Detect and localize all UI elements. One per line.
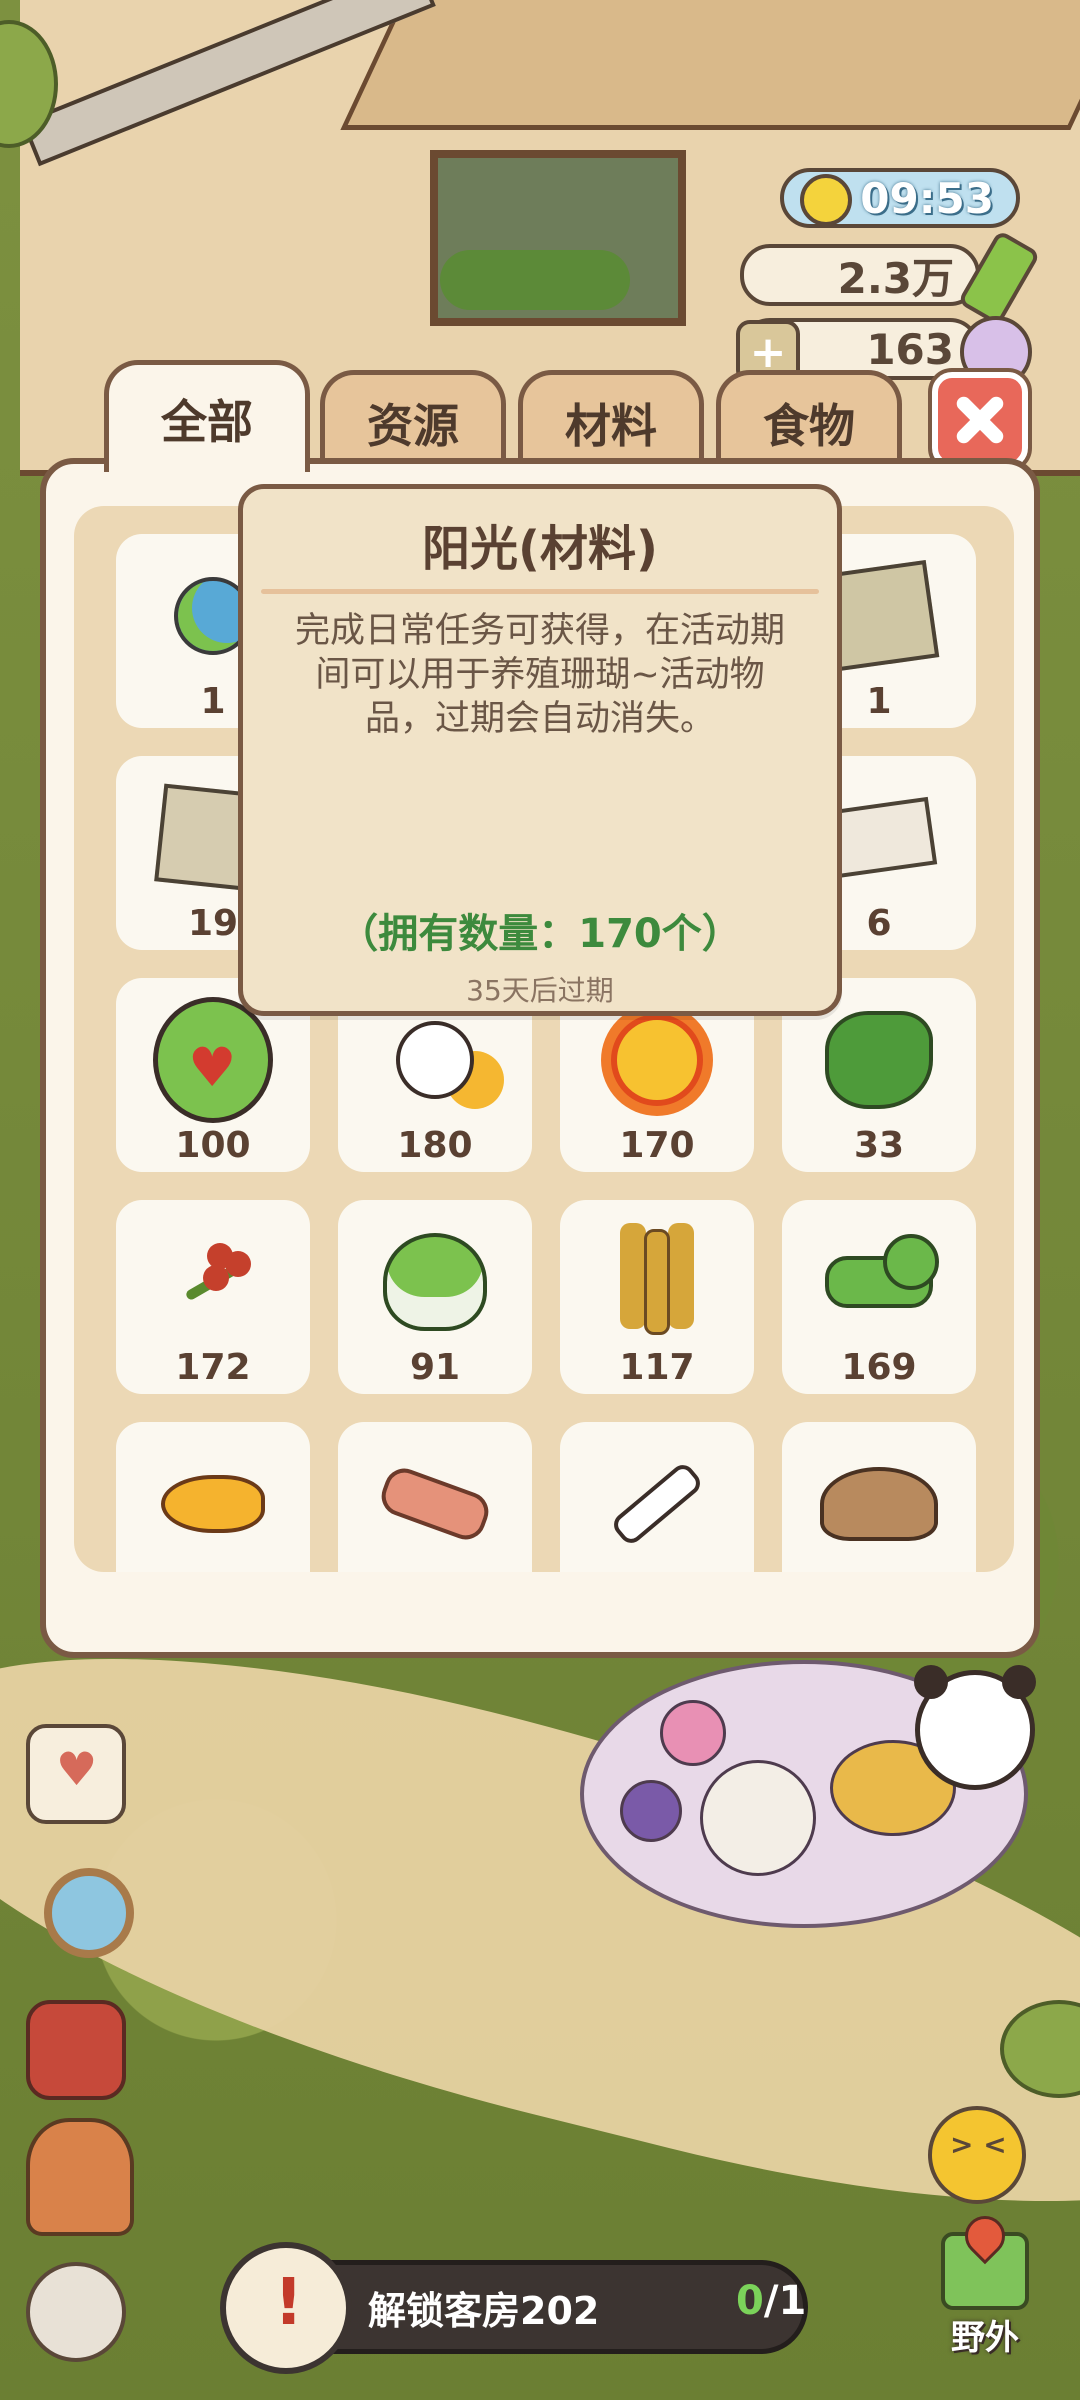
- quest-done: 0: [736, 2278, 764, 2324]
- inventory-slot[interactable]: 169: [782, 1200, 976, 1394]
- quest-progress: 0/1: [736, 2278, 806, 2324]
- inventory-slot[interactable]: 117: [560, 1200, 754, 1394]
- wheat-icon: [597, 1222, 717, 1342]
- outdoor-button[interactable]: 野外: [930, 2232, 1040, 2359]
- fish-icon: [153, 1444, 273, 1564]
- item-count: 100: [175, 1125, 251, 1166]
- item-count: 91: [409, 1347, 461, 1388]
- tab-all-label: 全部: [161, 394, 253, 449]
- search-magnifier-icon[interactable]: [44, 1868, 134, 1958]
- tab-food-label: 食物: [763, 398, 855, 453]
- bacon-icon: [375, 1444, 495, 1564]
- item-count: 169: [841, 1347, 917, 1388]
- item-count: 172: [175, 1347, 251, 1388]
- coral-icon: [819, 1000, 939, 1120]
- tab-resources[interactable]: 资源: [320, 370, 506, 470]
- item-count: 170: [619, 1125, 695, 1166]
- coin-amount: 2.3万: [837, 253, 954, 303]
- inventory-slot[interactable]: [782, 1422, 976, 1572]
- inventory-slot[interactable]: 172: [116, 1200, 310, 1394]
- tooltip-description: 完成日常任务可获得，在活动期间可以用于养殖珊瑚~活动物品，过期会自动消失。: [294, 611, 785, 739]
- window-plants: [440, 250, 630, 310]
- emote-face-icon[interactable]: [928, 2106, 1026, 2204]
- map-pin-icon: [941, 2232, 1029, 2310]
- tab-food[interactable]: 食物: [716, 370, 902, 470]
- quest-label: 解锁客房202: [368, 2289, 600, 2333]
- gem-amount: 163: [866, 324, 954, 374]
- bok-choy-icon: [375, 1222, 495, 1342]
- sunshine-icon: [597, 1000, 717, 1120]
- caterpillar-icon: [819, 1222, 939, 1342]
- quest-total: /1: [763, 2278, 807, 2324]
- weather-sun-icon: [800, 174, 852, 226]
- item-count: 117: [619, 1347, 695, 1388]
- shop-house-icon[interactable]: [26, 2118, 134, 2236]
- tooltip-title: 阳光(材料): [422, 521, 658, 577]
- tooltip-owned-count: （拥有数量：170个）: [338, 911, 742, 957]
- close-button[interactable]: [928, 368, 1032, 472]
- coin-counter[interactable]: 2.3万: [740, 244, 980, 306]
- mushroom-icon: [819, 1444, 939, 1564]
- inventory-slot[interactable]: [560, 1422, 754, 1572]
- item-count: 180: [397, 1125, 473, 1166]
- decor-ball: [700, 1760, 816, 1876]
- panda-heart-badge-icon: [153, 997, 273, 1123]
- berry-branch-icon: [153, 1222, 273, 1342]
- bone-icon: [597, 1444, 717, 1564]
- tooltip-divider: [261, 589, 819, 594]
- house-roof: [340, 0, 1080, 130]
- decor-ball: [620, 1780, 682, 1842]
- clock-time: 09:53: [860, 173, 994, 223]
- inventory-slot[interactable]: 91: [338, 1200, 532, 1394]
- quest-clipboard-icon[interactable]: [220, 2242, 352, 2374]
- tab-materials[interactable]: 材料: [518, 370, 704, 470]
- inventory-slot[interactable]: [338, 1422, 532, 1572]
- tooltip-expiry: 35天后过期: [466, 974, 614, 1007]
- item-tooltip: 阳光(材料) 完成日常任务可获得，在活动期间可以用于养殖珊瑚~活动物品，过期会自…: [238, 484, 842, 1016]
- wardrobe-shirt-icon[interactable]: [26, 1724, 126, 1824]
- paw-icon[interactable]: [26, 2262, 126, 2362]
- backpack-icon[interactable]: [26, 2000, 126, 2100]
- item-count: 33: [853, 1125, 905, 1166]
- decor-ball: [660, 1700, 726, 1766]
- egg-creature-icon: [375, 1000, 495, 1120]
- outdoor-label: 野外: [951, 2318, 1019, 2358]
- inventory-slot[interactable]: [116, 1422, 310, 1572]
- tab-materials-label: 材料: [565, 398, 657, 453]
- panda-character[interactable]: [914, 1665, 1036, 1790]
- tab-resources-label: 资源: [367, 398, 459, 453]
- tab-all[interactable]: 全部: [104, 360, 310, 472]
